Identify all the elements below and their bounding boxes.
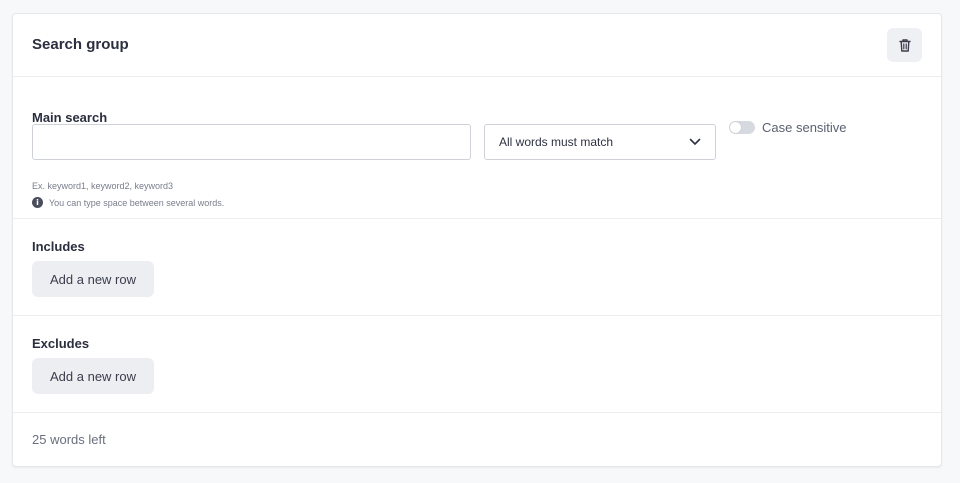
chevron-down-icon — [689, 138, 701, 145]
case-sensitive-toggle[interactable]: Case sensitive — [729, 120, 847, 135]
hint-info: i You can type space between several wor… — [32, 197, 224, 208]
excludes-label: Excludes — [32, 336, 90, 351]
excludes-add-row-button[interactable]: Add a new row — [32, 358, 154, 394]
excludes-section: Excludes Add a new row — [13, 316, 941, 413]
hint-example: Ex. keyword1, keyword2, keyword3 — [32, 181, 174, 191]
includes-add-row-button[interactable]: Add a new row — [32, 261, 154, 297]
includes-label: Includes — [32, 239, 85, 254]
words-left-counter: 25 words left — [32, 432, 106, 447]
main-search-label: Main search — [32, 110, 108, 125]
case-sensitive-label: Case sensitive — [762, 120, 847, 135]
toggle-knob — [730, 122, 741, 133]
main-search-input[interactable] — [32, 124, 471, 160]
trash-icon — [898, 38, 911, 52]
match-mode-select[interactable]: All words must match — [484, 124, 716, 160]
search-group-card: Search group Main search Ex. keyword1, k… — [12, 13, 942, 467]
info-icon: i — [32, 197, 43, 208]
delete-group-button[interactable] — [887, 28, 922, 62]
match-mode-value: All words must match — [499, 135, 614, 149]
card-header: Search group — [13, 14, 941, 77]
card-title: Search group — [32, 36, 129, 53]
hint-info-text: You can type space between several words… — [49, 197, 225, 208]
card-footer: 25 words left — [13, 413, 941, 468]
toggle-switch[interactable] — [729, 121, 755, 134]
includes-section: Includes Add a new row — [13, 219, 941, 316]
